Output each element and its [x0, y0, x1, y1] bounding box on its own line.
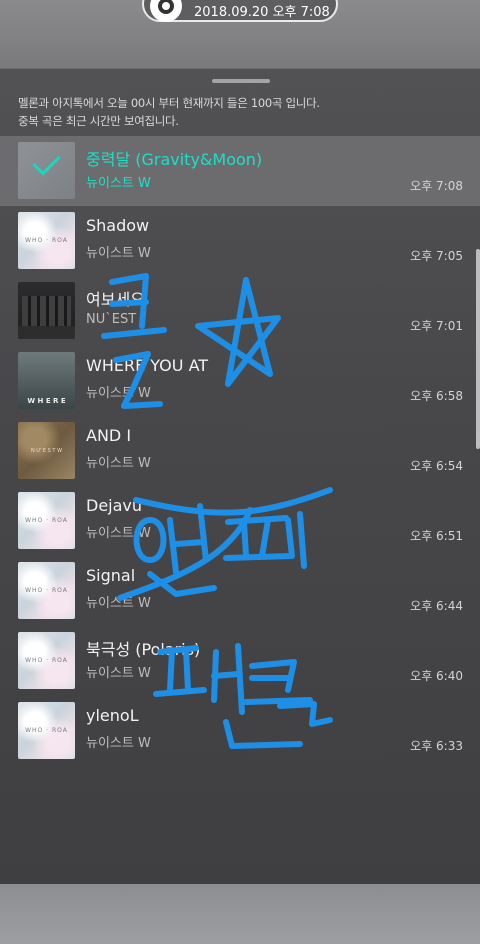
song-row[interactable]: 북극성 (Polaris) 뉴이스트 W 오후 6:40: [0, 626, 480, 696]
album-art: [18, 702, 75, 759]
album-art: [18, 492, 75, 549]
play-time: 오후 6:40: [410, 669, 463, 683]
song-title: 중력달 (Gravity&Moon): [86, 150, 263, 169]
album-art: [18, 422, 75, 479]
song-row[interactable]: Shadow 뉴이스트 W 오후 7:05: [0, 206, 480, 276]
status-timestamp: 2018.09.20 오후 7:08: [194, 5, 330, 20]
song-row[interactable]: AND I 뉴이스트 W 오후 6:54: [0, 416, 480, 486]
header-description: 멜론과 아지톡에서 오늘 00시 부터 현재까지 들은 100곡 입니다.: [18, 96, 320, 110]
play-time: 오후 6:58: [410, 389, 463, 403]
song-row[interactable]: ylenoL 뉴이스트 W 오후 6:33: [0, 696, 480, 766]
check-icon: [32, 147, 61, 176]
song-artist: 뉴이스트 W: [86, 246, 151, 261]
song-title: 북극성 (Polaris): [86, 640, 201, 659]
album-art: [18, 282, 75, 339]
play-time: 오후 7:01: [410, 319, 463, 333]
song-row[interactable]: Signal 뉴이스트 W 오후 6:44: [0, 556, 480, 626]
play-time: 오후 6:44: [410, 599, 463, 613]
album-art: [18, 632, 75, 689]
header-note: 중복 곡은 최근 시간만 보여집니다.: [18, 114, 179, 128]
play-time: 오후 7:08: [410, 179, 463, 193]
album-art: [18, 352, 75, 409]
history-panel: 멜론과 아지톡에서 오늘 00시 부터 현재까지 들은 100곡 입니다. 중복…: [0, 68, 480, 885]
bottom-background: [0, 884, 480, 944]
song-artist: 뉴이스트 W: [86, 386, 151, 401]
song-artist: 뉴이스트 W: [86, 526, 151, 541]
song-artist: NU`EST: [86, 312, 137, 327]
song-artist: 뉴이스트 W: [86, 666, 151, 681]
status-pill[interactable]: 2018.09.20 오후 7:08: [142, 0, 338, 22]
song-title: 여보세요: [86, 290, 145, 309]
play-time: 오후 7:05: [410, 249, 463, 263]
song-artist: 뉴이스트 W: [86, 596, 151, 611]
song-artist: 뉴이스트 W: [86, 736, 151, 751]
song-row[interactable]: 중력달 (Gravity&Moon) 뉴이스트 W 오후 7:08: [0, 136, 480, 206]
song-title: Dejavu: [86, 496, 143, 515]
play-time: 오후 6:33: [410, 739, 463, 753]
disc-icon: [150, 0, 182, 22]
song-artist: 뉴이스트 W: [86, 176, 151, 191]
album-art: [18, 212, 75, 269]
song-title: WHERE YOU AT: [86, 356, 209, 375]
song-title: Shadow: [86, 216, 150, 235]
play-time: 오후 6:51: [410, 529, 463, 543]
song-title: Signal: [86, 566, 136, 585]
album-art: [18, 142, 75, 199]
song-row[interactable]: 여보세요 NU`EST 오후 7:01: [0, 276, 480, 346]
song-artist: 뉴이스트 W: [86, 456, 151, 471]
song-title: AND I: [86, 426, 132, 445]
album-art: [18, 562, 75, 619]
song-row[interactable]: WHERE YOU AT 뉴이스트 W 오후 6:58: [0, 346, 480, 416]
scrollbar[interactable]: [476, 249, 480, 449]
play-time: 오후 6:54: [410, 459, 463, 473]
drag-handle[interactable]: [212, 79, 270, 83]
song-row[interactable]: Dejavu 뉴이스트 W 오후 6:51: [0, 486, 480, 556]
song-title: ylenoL: [86, 706, 139, 725]
